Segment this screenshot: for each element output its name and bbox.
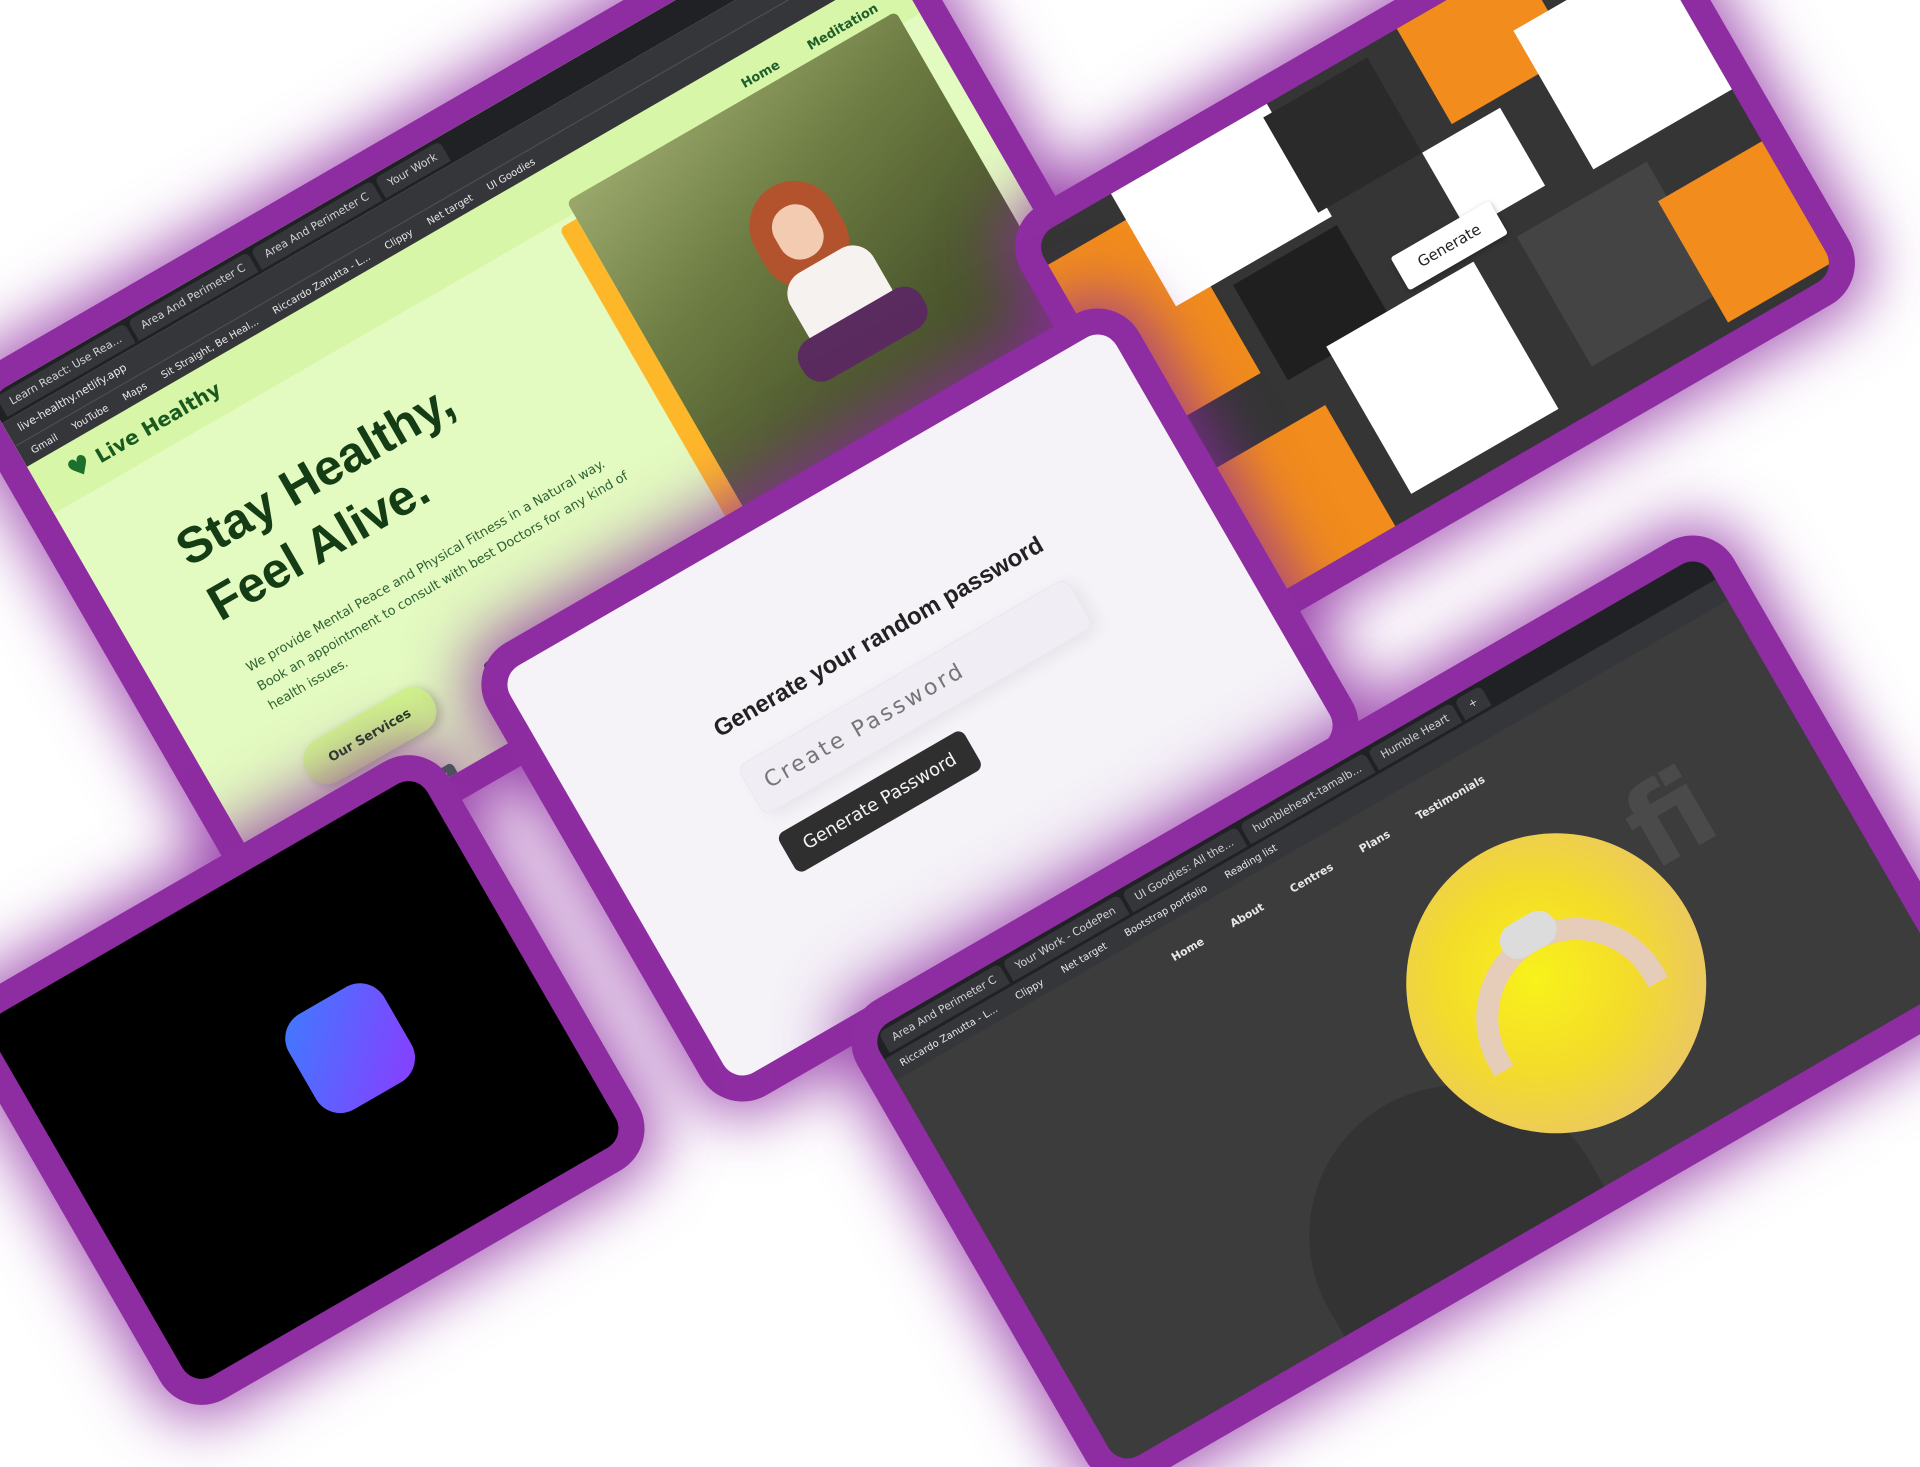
app-icon xyxy=(275,973,426,1124)
white-square xyxy=(1513,0,1741,170)
password-form: Generate your random password Generate P… xyxy=(708,528,1128,875)
meditating-woman-figure xyxy=(716,149,937,392)
facebook-icon[interactable]: f xyxy=(429,762,465,798)
nav-centres[interactable]: Centres xyxy=(1288,860,1336,895)
phone-icon: ☎ xyxy=(481,655,503,677)
our-services-button[interactable]: Our Services xyxy=(295,679,445,793)
bookmark-item[interactable]: Clippy xyxy=(1013,977,1045,1002)
nav-home[interactable]: Home xyxy=(1169,935,1206,964)
heart-pulse-icon: ♥ xyxy=(62,448,98,487)
nav-plans[interactable]: Plans xyxy=(1357,828,1393,856)
black-app-screenshot xyxy=(0,773,627,1387)
nav-about[interactable]: About xyxy=(1228,900,1267,930)
nav-testimonials[interactable]: Testimonials xyxy=(1414,773,1488,823)
